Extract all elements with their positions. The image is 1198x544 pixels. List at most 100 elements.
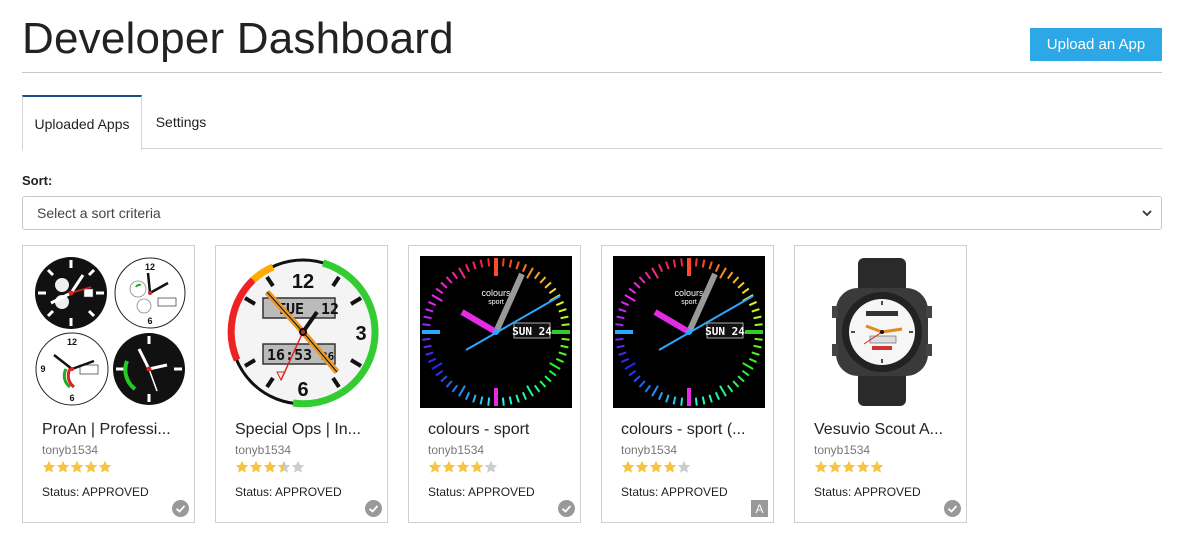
star-icon: [291, 460, 305, 473]
face-sub-text: sport: [488, 299, 504, 306]
app-name[interactable]: colours - sport: [428, 421, 568, 439]
check-circle-icon: [558, 500, 575, 517]
app-thumbnail: [806, 256, 958, 408]
sort-select-value: Select a sort criteria: [37, 205, 161, 221]
face-tick: [615, 323, 624, 327]
check-circle-icon: [365, 500, 382, 517]
face-tick: [561, 323, 570, 327]
face-date: 12: [321, 300, 339, 318]
face-tick: [487, 397, 491, 406]
app-author: tonyb1534: [814, 443, 871, 457]
star-icon: [56, 460, 70, 473]
page-title: Developer Dashboard: [22, 14, 454, 63]
face-tick: [422, 337, 431, 341]
star-icon: [649, 460, 663, 473]
app-name[interactable]: colours - sport (...: [621, 421, 761, 439]
star-icon: [84, 460, 98, 473]
face-sub-text: sport: [681, 299, 697, 306]
face-numeral-6: 6: [297, 379, 308, 401]
svg-text:9: 9: [40, 364, 45, 374]
face-tick: [754, 337, 763, 341]
rating-stars: [621, 460, 691, 474]
upload-app-button[interactable]: Upload an App: [1030, 28, 1162, 61]
face-tick: [754, 323, 763, 327]
star-icon: [635, 460, 649, 473]
page-header: Developer Dashboard Upload an App: [22, 0, 1162, 73]
app-status: Status: APPROVED: [235, 485, 342, 499]
star-icon: [870, 460, 884, 473]
app-card[interactable]: 12 6 12 9 6 ProAn | Professi... tonyb153…: [22, 245, 195, 523]
star-icon: [42, 460, 56, 473]
check-circle-icon: [172, 500, 189, 517]
face-tick: [501, 258, 505, 267]
face-tick: [680, 258, 684, 267]
app-status: Status: APPROVED: [428, 485, 535, 499]
badge-letter: A: [755, 502, 763, 516]
sort-select[interactable]: Select a sort criteria: [22, 196, 1162, 230]
face-tick: [680, 397, 684, 406]
rating-stars: [42, 460, 112, 474]
app-name[interactable]: Vesuvio Scout A...: [814, 421, 954, 439]
star-icon: [442, 460, 456, 473]
star-icon: [249, 460, 263, 473]
face-tick: [501, 397, 505, 406]
app-card[interactable]: colours sport SUN 24 colours - sport (... …: [601, 245, 774, 523]
face-tick: [615, 337, 624, 341]
chevron-down-icon: [1142, 210, 1152, 217]
face-tick: [694, 258, 698, 267]
star-icon: [677, 460, 691, 473]
rating-stars: [428, 460, 498, 474]
star-icon: [456, 460, 470, 473]
svg-text:12: 12: [145, 262, 155, 272]
app-card[interactable]: 12 3 6 TUE 12 16:53 36: [215, 245, 388, 523]
svg-text:6: 6: [69, 393, 74, 403]
rating-stars: [814, 460, 884, 474]
rating-stars: [235, 460, 305, 474]
star-icon: [235, 460, 249, 473]
star-icon: [814, 460, 828, 473]
star-icon: [470, 460, 484, 473]
face-brand-text: colours: [481, 288, 511, 298]
tab-bar: Uploaded Apps Settings: [22, 95, 1162, 150]
svg-text:6: 6: [147, 316, 152, 326]
star-icon: [856, 460, 870, 473]
tab-settings[interactable]: Settings: [144, 95, 218, 149]
app-author: tonyb1534: [621, 443, 678, 457]
app-thumbnail: colours sport SUN 24: [420, 256, 572, 408]
app-name[interactable]: Special Ops | In...: [235, 421, 375, 439]
app-status: Status: APPROVED: [621, 485, 728, 499]
face-brand-text: colours: [674, 288, 704, 298]
face-date: SUN 24: [512, 325, 552, 338]
face-date: SUN 24: [705, 325, 745, 338]
app-name[interactable]: ProAn | Professi...: [42, 421, 182, 439]
app-card[interactable]: Vesuvio Scout A... tonyb1534 Status: APP…: [794, 245, 967, 523]
star-icon: [484, 460, 498, 473]
star-icon: [98, 460, 112, 473]
star-icon: [663, 460, 677, 473]
app-status: Status: APPROVED: [814, 485, 921, 499]
app-author: tonyb1534: [428, 443, 485, 457]
tab-uploaded-apps[interactable]: Uploaded Apps: [22, 95, 142, 150]
app-status: Status: APPROVED: [42, 485, 149, 499]
app-thumbnail: colours sport SUN 24: [613, 256, 765, 408]
face-tick: [561, 337, 570, 341]
app-author: tonyb1534: [42, 443, 99, 457]
star-icon: [428, 460, 442, 473]
app-author: tonyb1534: [235, 443, 292, 457]
face-numeral-12: 12: [292, 271, 314, 293]
app-thumbnail: 12 3 6 TUE 12 16:53 36: [227, 256, 379, 408]
app-card[interactable]: colours sport SUN 24 colours - sport tonyb…: [408, 245, 581, 523]
letter-a-icon: A: [751, 500, 768, 517]
app-thumbnail: 12 6 12 9 6: [34, 256, 186, 408]
face-numeral-3: 3: [355, 323, 366, 345]
star-icon: [277, 460, 291, 473]
star-icon: [828, 460, 842, 473]
check-circle-icon: [944, 500, 961, 517]
star-icon: [263, 460, 277, 473]
star-icon: [70, 460, 84, 473]
star-icon: [621, 460, 635, 473]
face-tick: [694, 397, 698, 406]
svg-text:12: 12: [67, 337, 77, 347]
sort-label: Sort:: [22, 173, 53, 188]
face-tick: [487, 258, 491, 267]
